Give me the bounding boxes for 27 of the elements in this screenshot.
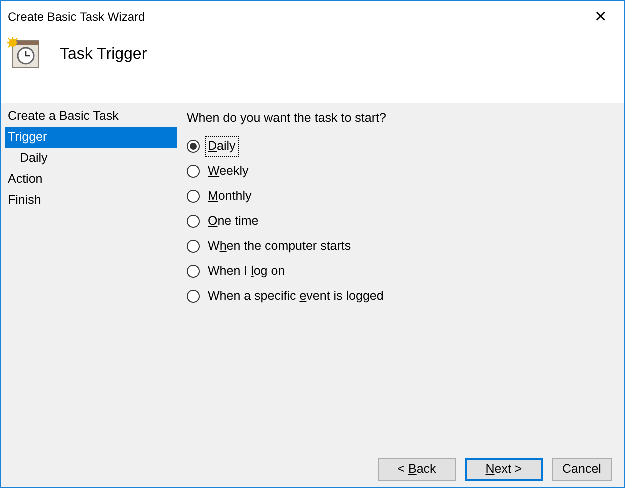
wizard-button[interactable]: Cancel xyxy=(552,458,612,481)
step-item[interactable]: Finish xyxy=(5,190,177,211)
radio-button[interactable] xyxy=(187,290,200,303)
wizard-button[interactable]: < Back xyxy=(378,458,456,481)
question-text: When do you want the task to start? xyxy=(187,110,388,127)
scheduled-clock-icon xyxy=(7,37,41,71)
option-label[interactable]: Weekly xyxy=(205,160,252,182)
close-button[interactable]: × xyxy=(578,1,624,32)
step-item[interactable]: Create a Basic Task xyxy=(5,106,177,127)
option-label[interactable]: When I log on xyxy=(205,260,288,282)
radio-button[interactable] xyxy=(187,140,200,153)
option-label[interactable]: Daily xyxy=(205,136,239,157)
radio-button[interactable] xyxy=(187,264,200,278)
step-item[interactable]: Action xyxy=(5,169,177,190)
radio-button[interactable] xyxy=(187,164,200,178)
step-item[interactable]: Trigger xyxy=(5,127,177,148)
option-label[interactable]: One time xyxy=(205,210,262,232)
wizard-button[interactable]: Next > xyxy=(465,458,543,481)
option-label[interactable]: Monthly xyxy=(205,186,255,207)
option-label[interactable]: When the computer starts xyxy=(205,236,354,257)
radio-button[interactable] xyxy=(187,214,200,228)
step-item[interactable]: Daily xyxy=(5,148,177,169)
window-title: Create Basic Task Wizard xyxy=(8,8,146,26)
page-heading: Task Trigger xyxy=(60,45,148,64)
option-label[interactable]: When a specific event is logged xyxy=(205,286,387,307)
radio-button[interactable] xyxy=(187,240,200,253)
radio-button[interactable] xyxy=(187,190,200,203)
